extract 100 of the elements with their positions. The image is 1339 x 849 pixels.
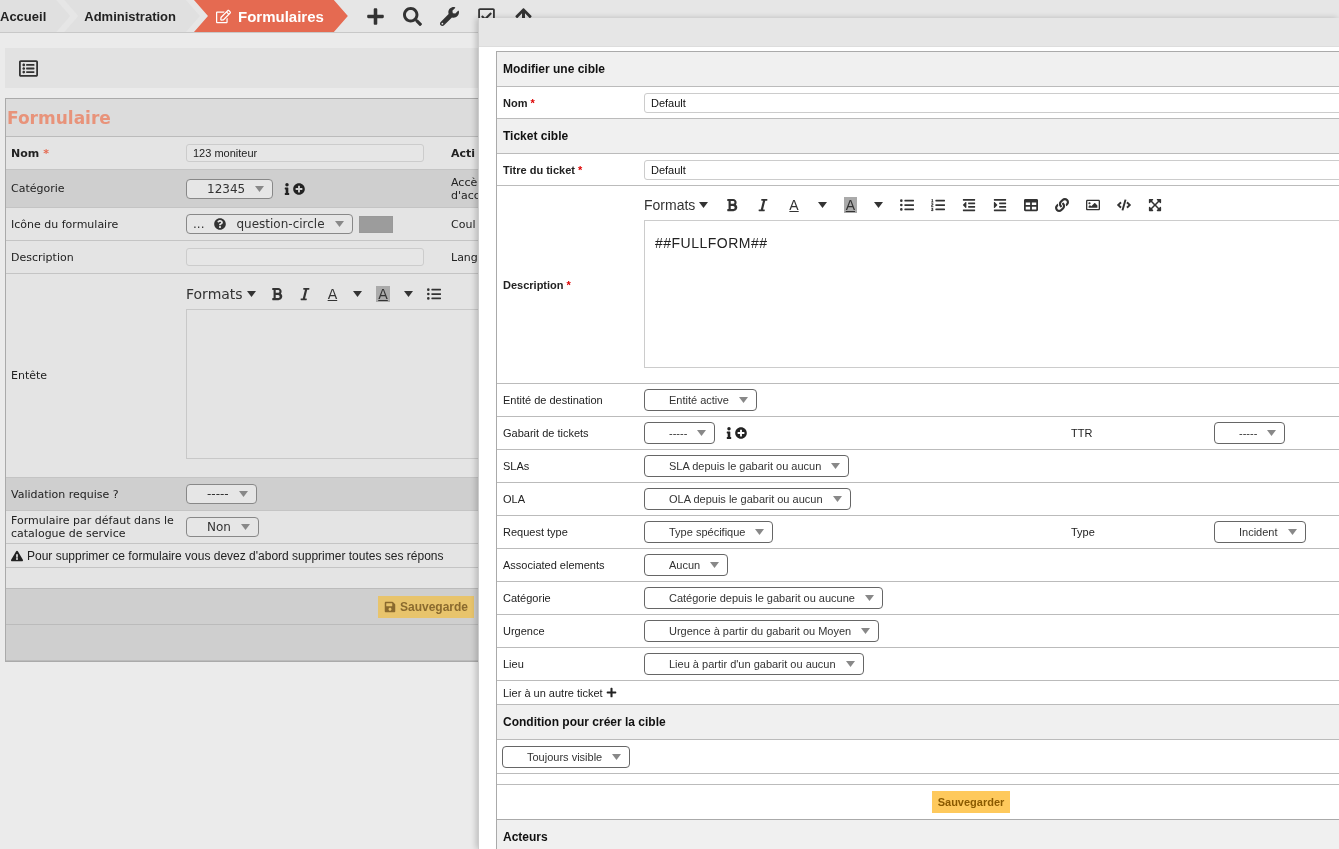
breadcrumb-link[interactable]: Administration bbox=[64, 0, 200, 32]
caret-icon bbox=[845, 661, 855, 667]
bullet-list-icon[interactable] bbox=[900, 198, 915, 212]
indent-icon[interactable] bbox=[993, 198, 1008, 212]
field-label: Entité de destination bbox=[502, 394, 604, 406]
caret-icon bbox=[738, 397, 748, 403]
color-swatch[interactable] bbox=[358, 215, 393, 233]
caret-icon bbox=[699, 202, 709, 208]
field-label: Type bbox=[1071, 526, 1096, 538]
table-icon[interactable] bbox=[1024, 198, 1039, 212]
dropdown[interactable]: Entité active bbox=[644, 389, 757, 411]
dropdown[interactable]: ----- bbox=[644, 422, 716, 444]
dropdown[interactable]: Lieu à partir d'un gabarit ou aucun bbox=[644, 653, 864, 675]
add-icon[interactable] bbox=[735, 427, 748, 439]
field-label: Nom * bbox=[502, 96, 536, 109]
field-label: Validation requise ? bbox=[10, 487, 120, 501]
question-icon bbox=[214, 218, 227, 230]
section-header: Modifier une cible bbox=[497, 52, 1339, 87]
text-field[interactable]: Default bbox=[644, 92, 1339, 113]
caret-icon bbox=[612, 753, 622, 760]
caret-icon bbox=[831, 463, 841, 469]
link-ticket-link[interactable]: Lier à un autre ticket bbox=[503, 686, 617, 699]
text-field[interactable] bbox=[186, 248, 424, 266]
caret-icon bbox=[710, 562, 720, 568]
dropdown[interactable]: ----- bbox=[1214, 422, 1286, 444]
dropdown[interactable]: Urgence à partir du gabarit ou Moyen bbox=[644, 620, 880, 642]
dropdown[interactable]: Catégorie depuis le gabarit ou aucune bbox=[644, 587, 883, 609]
bold-icon[interactable] bbox=[269, 286, 284, 301]
caret-icon bbox=[334, 221, 344, 227]
field-label: Acti bbox=[451, 146, 477, 160]
icon-dropdown[interactable]: ... question-circle bbox=[186, 214, 353, 234]
wrench-icon[interactable] bbox=[439, 6, 459, 26]
bullet-list-icon[interactable] bbox=[426, 286, 441, 301]
field-label: Associated elements bbox=[502, 559, 606, 571]
dropdown[interactable]: Incident bbox=[1214, 521, 1306, 543]
highlight-color-button[interactable]: A bbox=[376, 285, 390, 302]
caret-icon bbox=[255, 185, 265, 192]
field-label: OLA bbox=[502, 493, 526, 505]
caret-icon[interactable] bbox=[403, 290, 413, 297]
caret-icon bbox=[1267, 430, 1277, 436]
bold-icon[interactable] bbox=[725, 198, 740, 212]
text-color-button[interactable]: A bbox=[325, 285, 340, 302]
save-button[interactable]: Sauvegarder bbox=[931, 791, 1011, 813]
caret-icon[interactable] bbox=[817, 202, 827, 208]
section-header: Condition pour créer la cible bbox=[497, 705, 1339, 740]
dropdown[interactable]: Non bbox=[186, 517, 259, 537]
caret-icon[interactable] bbox=[353, 290, 363, 297]
dropdown[interactable]: OLA depuis le gabarit ou aucun bbox=[644, 488, 851, 510]
field-label: Urgence bbox=[502, 625, 546, 637]
search-icon[interactable] bbox=[402, 6, 422, 26]
editor-area[interactable]: ##FULLFORM## bbox=[644, 220, 1339, 368]
caret-icon bbox=[861, 628, 871, 634]
image-icon[interactable] bbox=[1086, 198, 1101, 212]
highlight-color-button[interactable]: A bbox=[843, 197, 858, 213]
field-label: Formulaire par défaut dans le catalogue de service bbox=[10, 514, 175, 540]
numbered-list-icon[interactable] bbox=[931, 198, 946, 212]
field-label: TTR bbox=[1071, 427, 1094, 439]
dropdown[interactable]: SLA depuis le gabarit ou aucun bbox=[644, 455, 850, 477]
warning-text: Pour supprimer ce formulaire vous devez d'abord supprimer toutes ses répons bbox=[27, 548, 444, 563]
field-label: Catégorie bbox=[10, 182, 66, 195]
dropdown[interactable]: Toujours visible bbox=[502, 745, 631, 768]
fullscreen-icon[interactable] bbox=[1148, 198, 1163, 212]
field-label: Coul bbox=[451, 217, 477, 231]
field-label: Lieu bbox=[502, 658, 525, 670]
caret-icon bbox=[755, 529, 765, 535]
warning-icon bbox=[11, 549, 23, 562]
field-label: Entête bbox=[10, 369, 49, 382]
field-label: Nom * bbox=[10, 146, 50, 160]
formats-dropdown[interactable]: Formats bbox=[186, 285, 256, 302]
field-label: Gabarit de tickets bbox=[502, 427, 590, 439]
dropdown[interactable]: ----- bbox=[186, 484, 257, 504]
text-color-button[interactable]: A bbox=[787, 197, 801, 213]
field-label: Catégorie bbox=[502, 592, 552, 604]
section-header: Ticket cible bbox=[497, 119, 1339, 154]
field-label: Description * bbox=[502, 278, 572, 291]
edit-icon bbox=[216, 8, 231, 24]
add-icon[interactable] bbox=[293, 182, 306, 195]
breadcrumb-link[interactable]: Accueil bbox=[0, 0, 71, 32]
list-icon[interactable] bbox=[19, 58, 38, 78]
formats-dropdown[interactable]: Formats bbox=[644, 197, 709, 213]
dropdown[interactable]: 12345 bbox=[186, 178, 274, 199]
field-label: Lang bbox=[451, 250, 478, 264]
field-label: Request type bbox=[502, 526, 569, 538]
plus-icon bbox=[605, 687, 617, 698]
caret-icon bbox=[1287, 529, 1297, 535]
caret-icon bbox=[697, 430, 707, 436]
field-label: Icône du formulaire bbox=[10, 217, 120, 231]
field-label: Titre du ticket * bbox=[502, 163, 584, 176]
caret-icon bbox=[864, 595, 874, 601]
dropdown[interactable]: Aucun bbox=[644, 554, 729, 576]
text-field[interactable]: Default bbox=[644, 159, 1339, 180]
link-icon[interactable] bbox=[1055, 198, 1070, 212]
code-icon[interactable] bbox=[1117, 198, 1132, 212]
outdent-icon[interactable] bbox=[962, 198, 977, 212]
add-icon[interactable] bbox=[365, 6, 385, 26]
caret-icon bbox=[238, 491, 248, 497]
dropdown[interactable]: Type spécifique bbox=[644, 521, 774, 543]
caret-icon[interactable] bbox=[874, 202, 884, 208]
text-field[interactable]: 123 moniteur bbox=[186, 144, 424, 162]
caret-icon bbox=[832, 496, 842, 502]
